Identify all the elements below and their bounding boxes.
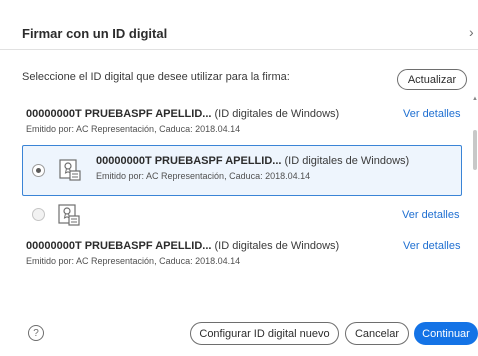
certificate-icon [59,159,81,181]
view-details-link[interactable]: Ver detalles [403,240,460,252]
certificate-item[interactable]: Ver detalles [22,200,462,230]
certificate-name: 00000000T PRUEBASPF APELLID... [26,108,212,120]
certificate-radio[interactable] [32,164,45,177]
dialog-header: Firmar con un ID digital › [0,0,478,50]
certificate-name-line: 00000000T PRUEBASPF APELLID... (ID digit… [26,240,339,252]
certificate-item[interactable]: 00000000T PRUEBASPF APELLID... (ID digit… [22,238,462,274]
sign-digital-id-dialog: Firmar con un ID digital › Seleccione el… [0,0,478,356]
dialog-title: Firmar con un ID digital [22,26,168,41]
update-button[interactable]: Actualizar [397,69,467,90]
instruction-text: Seleccione el ID digital que desee utili… [22,71,290,83]
help-icon[interactable]: ? [28,325,44,341]
configure-digital-id-button[interactable]: Configurar ID digital nuevo [190,322,339,345]
certificate-name: 00000000T PRUEBASPF APELLID... [26,240,212,252]
scroll-up-icon[interactable]: ▲ [472,96,478,104]
certificate-issuer: Emitido por: AC Representación, Caduca: … [26,256,241,266]
certificate-item-selected[interactable]: 00000000T PRUEBASPF APELLID... (ID digit… [22,145,462,196]
certificate-list: 00000000T PRUEBASPF APELLID... (ID digit… [22,96,472,278]
certificate-item[interactable]: 00000000T PRUEBASPF APELLID... (ID digit… [22,104,462,144]
cancel-button[interactable]: Cancelar [345,322,409,345]
certificate-issuer: Emitido por: AC Representación, Caduca: … [26,124,241,134]
view-details-link[interactable]: Ver detalles [402,209,459,221]
scroll-thumb[interactable] [473,130,477,170]
certificate-name: 00000000T PRUEBASPF APELLID... [96,155,282,167]
certificate-issuer: Emitido por: AC Representación, Caduca: … [96,171,311,181]
list-scrollbar[interactable]: ▲ [472,96,478,278]
certificate-name-line: 00000000T PRUEBASPF APELLID... (ID digit… [26,108,339,120]
certificate-type: (ID digitales de Windows) [214,240,340,252]
certificate-type: (ID digitales de Windows) [284,155,410,167]
certificate-icon [58,204,80,226]
view-details-link[interactable]: Ver detalles [403,108,460,120]
continue-button[interactable]: Continuar [414,322,478,345]
certificate-name-line: 00000000T PRUEBASPF APELLID... (ID digit… [96,155,409,167]
close-icon[interactable]: › [469,24,474,40]
certificate-radio[interactable] [32,208,45,221]
certificate-type: (ID digitales de Windows) [214,108,340,120]
